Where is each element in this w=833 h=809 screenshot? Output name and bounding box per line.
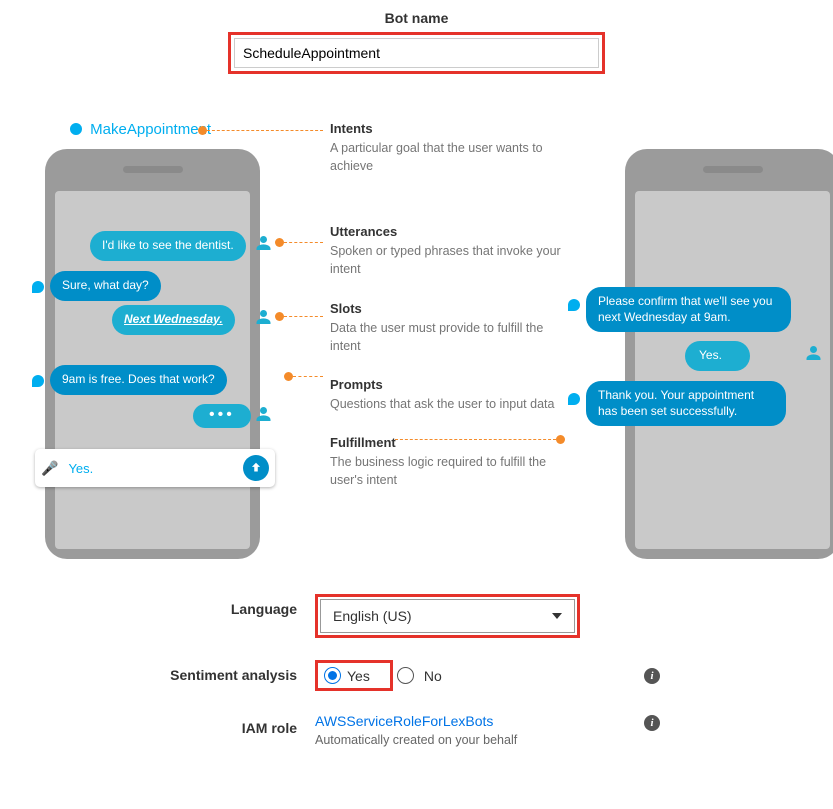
info-icon[interactable]: i	[644, 668, 660, 684]
def-title: Prompts	[330, 377, 565, 392]
language-label: Language	[130, 594, 315, 617]
chat-bubble-bot: 9am is free. Does that work?	[50, 365, 227, 395]
def-title: Utterances	[330, 224, 565, 239]
user-icon	[255, 310, 272, 324]
bot-icon	[32, 375, 44, 387]
iam-role-label: IAM role	[130, 713, 315, 736]
def-body: The business logic required to fulfill t…	[330, 453, 565, 489]
bot-name-input[interactable]	[234, 38, 599, 68]
sentiment-yes-radio[interactable]	[324, 667, 341, 684]
user-icon	[255, 407, 272, 421]
def-intents: Intents A particular goal that the user …	[330, 121, 565, 175]
def-utterances: Utterances Spoken or typed phrases that …	[330, 224, 565, 278]
chat-bubble-user: I'd like to see the dentist.	[90, 231, 246, 261]
bot-name-label: Bot name	[20, 10, 813, 26]
sentiment-no-label: No	[424, 668, 442, 684]
send-icon[interactable]	[243, 455, 269, 481]
iam-role-helper: Automatically created on your behalf	[315, 733, 655, 747]
chat-bubble-user: Next Wednesday.	[112, 305, 235, 335]
chevron-down-icon	[552, 613, 562, 619]
make-appointment-text: MakeAppointment	[90, 121, 211, 138]
chat-bubble-user: Yes.	[685, 341, 750, 371]
def-body: A particular goal that the user wants to…	[330, 139, 565, 175]
chat-input-bar[interactable]: 🎤 Yes.	[35, 449, 275, 487]
chat-bubble-bot: Sure, what day?	[50, 271, 161, 301]
iam-role-link[interactable]: AWSServiceRoleForLexBots	[315, 713, 493, 729]
sentiment-no-radio[interactable]	[397, 667, 414, 684]
def-body: Spoken or typed phrases that invoke your…	[330, 242, 565, 278]
language-highlight: English (US)	[315, 594, 580, 638]
bot-icon	[68, 121, 85, 138]
chat-input-value: Yes.	[68, 461, 93, 476]
bot-icon	[568, 299, 580, 311]
microphone-icon: 🎤	[41, 460, 58, 477]
chat-bubble-bot: Please confirm that we'll see you next W…	[586, 287, 791, 332]
phone-mock-left	[45, 149, 260, 559]
connector-dot	[198, 126, 207, 135]
connector-dot	[275, 238, 284, 247]
user-icon	[255, 236, 272, 250]
connector-dot	[284, 372, 293, 381]
bot-name-highlight	[228, 32, 605, 74]
def-slots: Slots Data the user must provide to fulf…	[330, 301, 565, 355]
language-value: English (US)	[333, 608, 412, 624]
sentiment-highlight: Yes	[315, 660, 393, 691]
user-icon	[805, 346, 822, 360]
def-body: Questions that ask the user to input dat…	[330, 395, 565, 413]
info-icon[interactable]: i	[644, 715, 660, 731]
concept-diagram: MakeAppointment I'd like to see the dent…	[20, 129, 813, 569]
bot-icon	[32, 281, 44, 293]
sentiment-label: Sentiment analysis	[130, 660, 315, 683]
chat-bubble-bot: Thank you. Your appointment has been set…	[586, 381, 786, 426]
bot-icon	[568, 393, 580, 405]
make-appointment-heading: MakeAppointment	[70, 121, 211, 138]
chat-bubble-typing: •••	[193, 404, 251, 428]
def-title: Fulfillment	[330, 435, 565, 450]
connector-dot	[275, 312, 284, 321]
language-select[interactable]: English (US)	[320, 599, 575, 633]
def-body: Data the user must provide to fulfill th…	[330, 319, 565, 355]
def-title: Slots	[330, 301, 565, 316]
def-fulfillment: Fulfillment The business logic required …	[330, 435, 565, 489]
def-prompts: Prompts Questions that ask the user to i…	[330, 377, 565, 413]
def-title: Intents	[330, 121, 565, 136]
sentiment-yes-label: Yes	[347, 668, 370, 684]
